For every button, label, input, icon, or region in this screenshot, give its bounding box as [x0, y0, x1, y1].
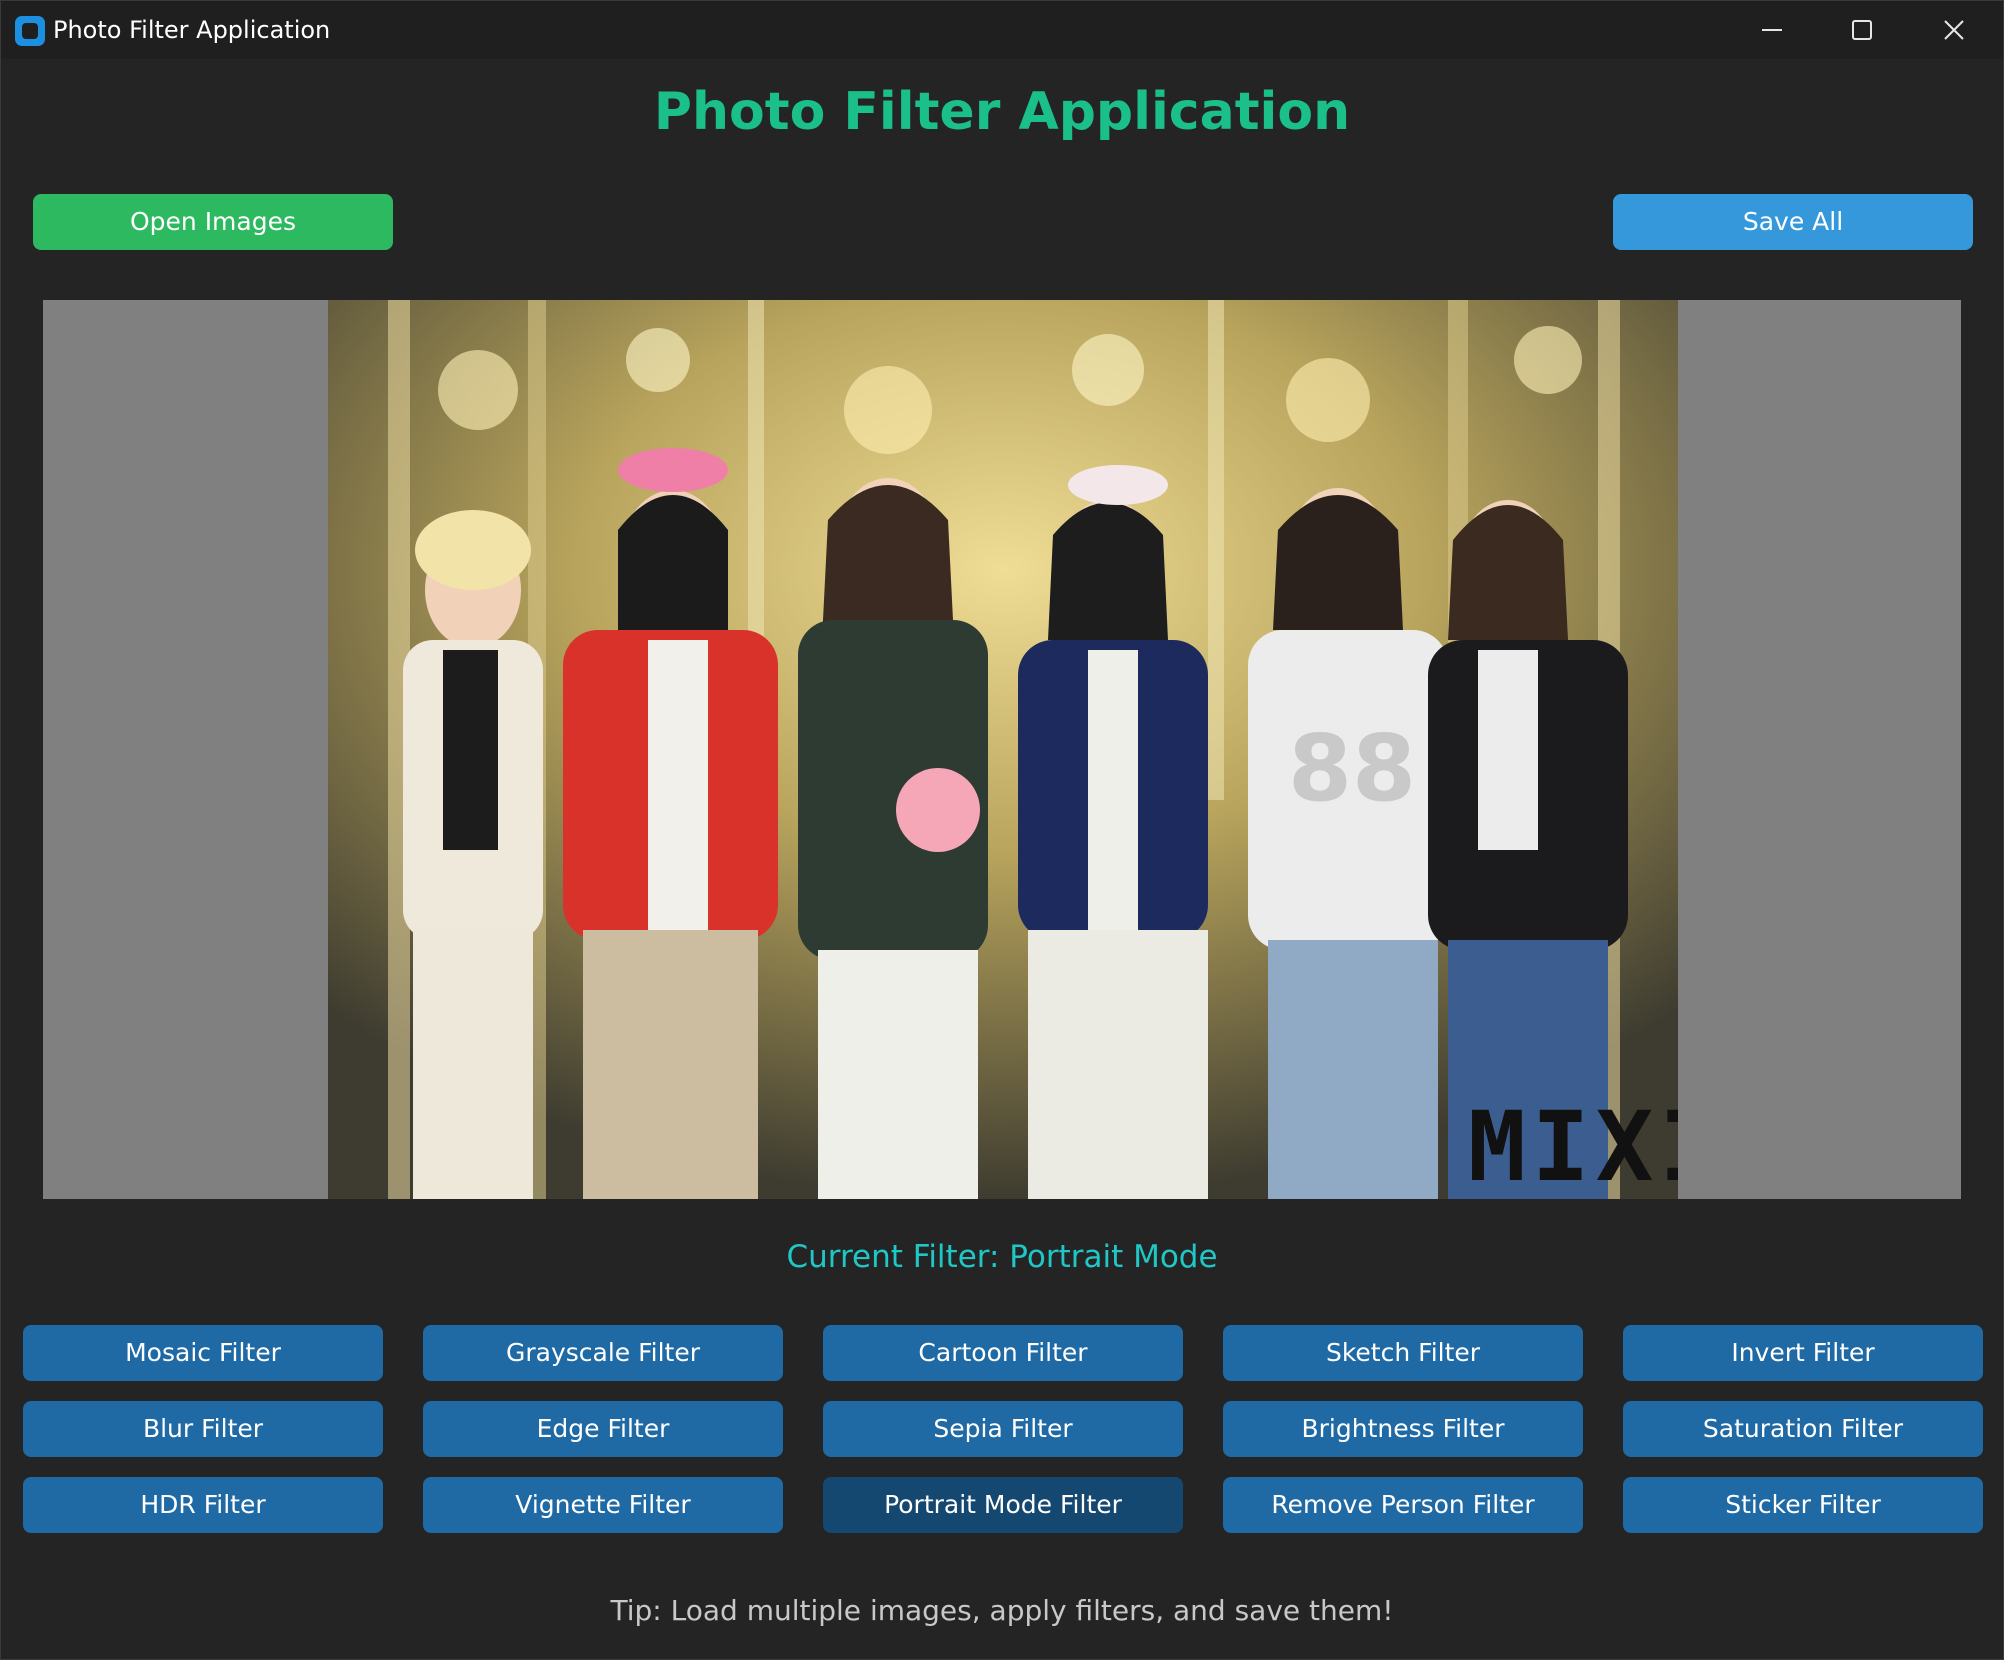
open-images-button[interactable]: Open Images: [33, 194, 393, 250]
cartoon-filter-button[interactable]: Cartoon Filter: [823, 1325, 1183, 1381]
close-icon: [1944, 20, 1964, 40]
preview-photo: 88 MIXI: [328, 300, 1678, 1199]
edge-filter-button[interactable]: Edge Filter: [423, 1401, 783, 1457]
svg-text:88: 88: [1288, 715, 1416, 822]
app-window: Photo Filter Application Photo Filter Ap…: [0, 0, 2004, 1660]
photo-illustration: 88 MIXI: [328, 300, 1678, 1199]
title-bar[interactable]: Photo Filter Application: [1, 1, 2003, 59]
app-icon: [15, 16, 45, 46]
vignette-filter-button[interactable]: Vignette Filter: [423, 1477, 783, 1533]
mosaic-filter-button[interactable]: Mosaic Filter: [23, 1325, 383, 1381]
minimize-icon: [1762, 29, 1782, 31]
window-title: Photo Filter Application: [53, 16, 331, 44]
hdr-filter-button[interactable]: HDR Filter: [23, 1477, 383, 1533]
remove-person-filter-button[interactable]: Remove Person Filter: [1223, 1477, 1583, 1533]
current-filter-label: Current Filter: Portrait Mode: [786, 1239, 1218, 1275]
maximize-icon: [1852, 20, 1872, 40]
photo-watermark: MIXI: [1468, 1091, 1678, 1199]
maximize-button[interactable]: [1817, 1, 1907, 59]
sketch-filter-button[interactable]: Sketch Filter: [1223, 1325, 1583, 1381]
page-title: Photo Filter Application: [653, 82, 1351, 142]
save-all-button[interactable]: Save All: [1613, 194, 1973, 250]
sticker-filter-button[interactable]: Sticker Filter: [1623, 1477, 1983, 1533]
brightness-filter-button[interactable]: Brightness Filter: [1223, 1401, 1583, 1457]
close-button[interactable]: [1909, 1, 1999, 59]
tip-text: Tip: Load multiple images, apply filters…: [610, 1594, 1394, 1627]
grayscale-filter-button[interactable]: Grayscale Filter: [423, 1325, 783, 1381]
image-preview-panel: 88 MIXI: [43, 300, 1961, 1199]
sepia-filter-button[interactable]: Sepia Filter: [823, 1401, 1183, 1457]
saturation-filter-button[interactable]: Saturation Filter: [1623, 1401, 1983, 1457]
invert-filter-button[interactable]: Invert Filter: [1623, 1325, 1983, 1381]
blur-filter-button[interactable]: Blur Filter: [23, 1401, 383, 1457]
portrait-mode-filter-button[interactable]: Portrait Mode Filter: [823, 1477, 1183, 1533]
minimize-button[interactable]: [1727, 1, 1817, 59]
